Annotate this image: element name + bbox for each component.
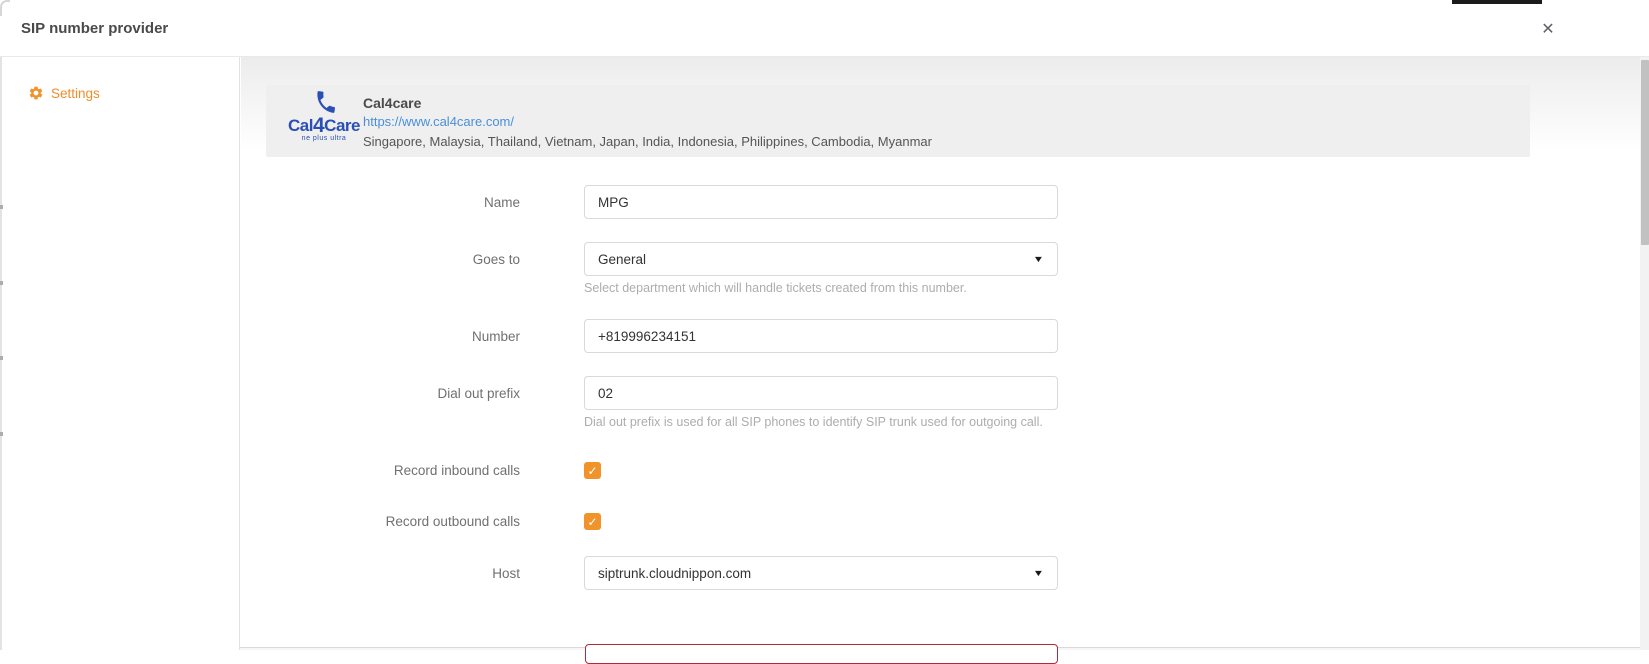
sidebar: Settings [0, 57, 240, 650]
goes-to-value: General [598, 252, 646, 267]
name-label: Name [300, 185, 520, 219]
scrollbar[interactable] [1640, 57, 1649, 650]
edge-tick [0, 281, 3, 285]
chevron-down-icon: ▼ [1033, 568, 1045, 578]
cal4care-logo: Cal4Care ne plus ultra [280, 91, 368, 151]
edge-tick [0, 205, 3, 209]
goes-to-hint: Select department which will handle tick… [584, 281, 967, 295]
goes-to-label: Goes to [300, 242, 520, 276]
provider-countries: Singapore, Malaysia, Thailand, Vietnam, … [363, 134, 932, 149]
sidebar-item-label: Settings [51, 86, 100, 101]
record-inbound-label: Record inbound calls [300, 453, 520, 487]
dial-out-prefix-hint: Dial out prefix is used for all SIP phon… [584, 415, 1043, 429]
modal-title: SIP number provider [21, 20, 168, 37]
modal-header: SIP number provider ✕ [0, 0, 1649, 57]
record-inbound-checkbox[interactable]: ✓ [584, 462, 601, 479]
host-value: siptrunk.cloudnippon.com [598, 566, 751, 581]
host-select[interactable]: siptrunk.cloudnippon.com ▼ [584, 556, 1058, 590]
modal-corner-edge [0, 0, 10, 16]
edge-tick [0, 432, 3, 436]
close-button[interactable]: ✕ [1537, 18, 1559, 40]
error-field-clipped[interactable] [585, 644, 1058, 664]
dial-out-prefix-input[interactable] [584, 376, 1058, 410]
logo-tagline: ne plus ultra [280, 135, 368, 142]
close-icon: ✕ [1541, 19, 1554, 39]
record-outbound-label: Record outbound calls [300, 504, 520, 538]
goes-to-select[interactable]: General ▼ [584, 242, 1058, 276]
sidebar-item-settings[interactable]: Settings [0, 75, 240, 111]
record-outbound-checkbox[interactable]: ✓ [584, 513, 601, 530]
chevron-down-icon: ▼ [1033, 254, 1045, 264]
scrollbar-thumb[interactable] [1641, 60, 1649, 245]
number-input[interactable] [584, 319, 1058, 353]
name-input[interactable] [584, 185, 1058, 219]
provider-info-card: Cal4Care ne plus ultra Cal4care https://… [266, 85, 1530, 157]
phone-handset-icon [311, 87, 340, 116]
check-icon: ✓ [587, 515, 597, 529]
host-label: Host [300, 556, 520, 590]
edge-tick [0, 356, 3, 360]
left-edge-line [0, 57, 2, 650]
provider-name: Cal4care [363, 95, 421, 111]
provider-url-link[interactable]: https://www.cal4care.com/ [363, 114, 514, 129]
logo-wordmark: Cal4Care [280, 115, 368, 136]
dial-out-prefix-label: Dial out prefix [300, 376, 520, 410]
number-label: Number [300, 319, 520, 353]
check-icon: ✓ [587, 464, 597, 478]
background-artifact-strip [1452, 0, 1542, 4]
gear-icon [28, 85, 44, 101]
